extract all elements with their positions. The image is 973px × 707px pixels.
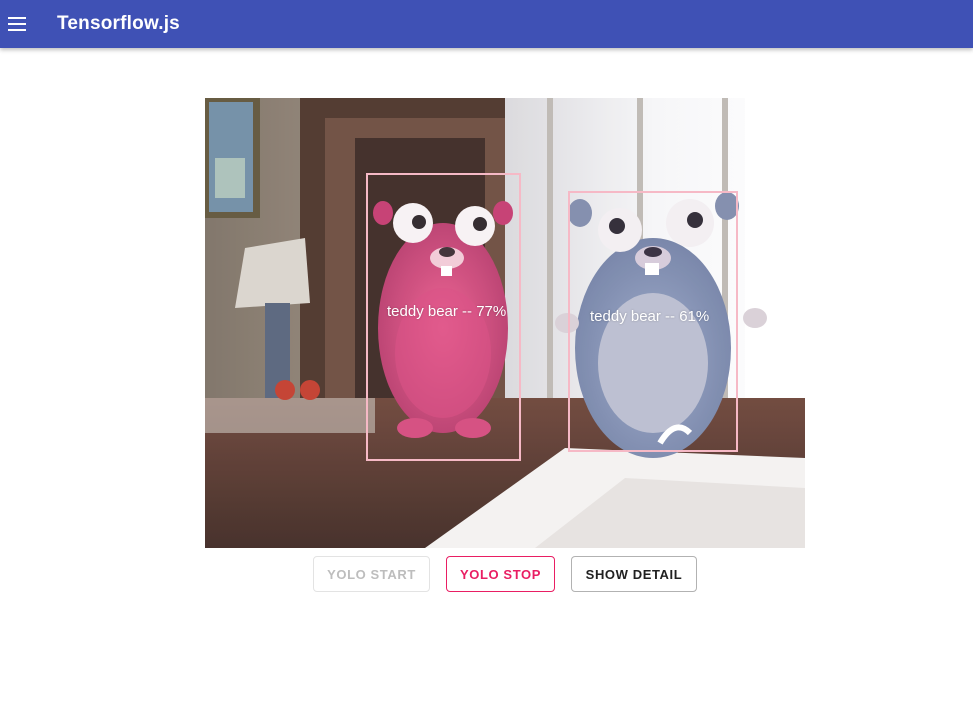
app-title: Tensorflow.js [57,13,180,34]
yolo-start-button[interactable]: YOLO START [313,556,430,592]
detection-label-2: teddy bear -- 61% [590,308,710,325]
menu-icon[interactable] [8,12,26,36]
app-bar: Tensorflow.js [0,0,973,48]
webcam-video-canvas: teddy bear -- 77% teddy bear -- 61% [205,98,805,548]
show-detail-button[interactable]: SHOW DETAIL [571,556,697,592]
controls-bar: YOLO START YOLO STOP SHOW DETAIL [0,556,973,592]
detection-label-1: teddy bear -- 77% [387,303,507,320]
yolo-stop-button[interactable]: YOLO STOP [446,556,555,592]
